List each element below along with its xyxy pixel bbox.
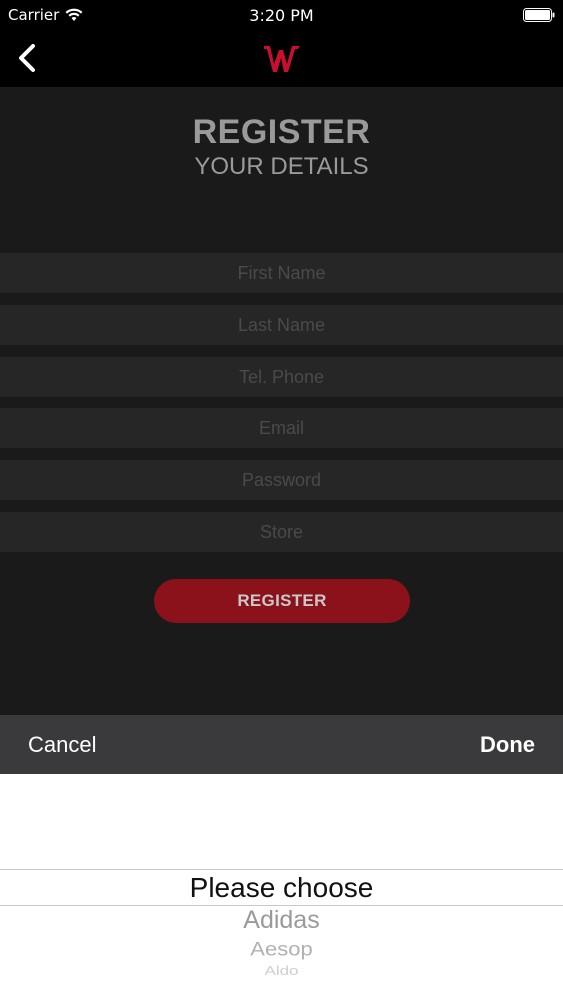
register-content: REGISTER YOUR DETAILS REGISTER <box>0 87 563 715</box>
status-time: 3:20 PM <box>249 6 314 25</box>
done-button[interactable]: Done <box>480 732 535 758</box>
page-subtitle: YOUR DETAILS <box>194 153 369 180</box>
picker-selection-top-line <box>0 869 563 870</box>
picker-option[interactable]: Aldo <box>0 964 563 979</box>
last-name-field[interactable] <box>0 305 563 345</box>
picker-selected-option[interactable]: Please choose <box>0 872 563 904</box>
password-field[interactable] <box>0 460 563 500</box>
register-button[interactable]: REGISTER <box>154 579 410 623</box>
nav-bar <box>0 30 563 87</box>
phone-field[interactable] <box>0 357 563 397</box>
email-field[interactable] <box>0 408 563 448</box>
picker-option[interactable]: Adidas <box>0 906 563 935</box>
picker-option[interactable]: Aesop <box>0 937 563 960</box>
status-bar: Carrier 3:20 PM <box>0 0 563 30</box>
w-logo-icon <box>264 46 300 72</box>
picker-toolbar: Cancel Done <box>0 715 563 774</box>
page-title: REGISTER <box>192 113 371 151</box>
store-field[interactable] <box>0 512 563 552</box>
battery-icon <box>523 8 555 22</box>
chevron-left-icon[interactable] <box>14 42 38 74</box>
store-picker[interactable]: Please choose Adidas Aesop Aldo <box>0 774 563 1000</box>
first-name-field[interactable] <box>0 253 563 293</box>
cancel-button[interactable]: Cancel <box>28 732 96 758</box>
